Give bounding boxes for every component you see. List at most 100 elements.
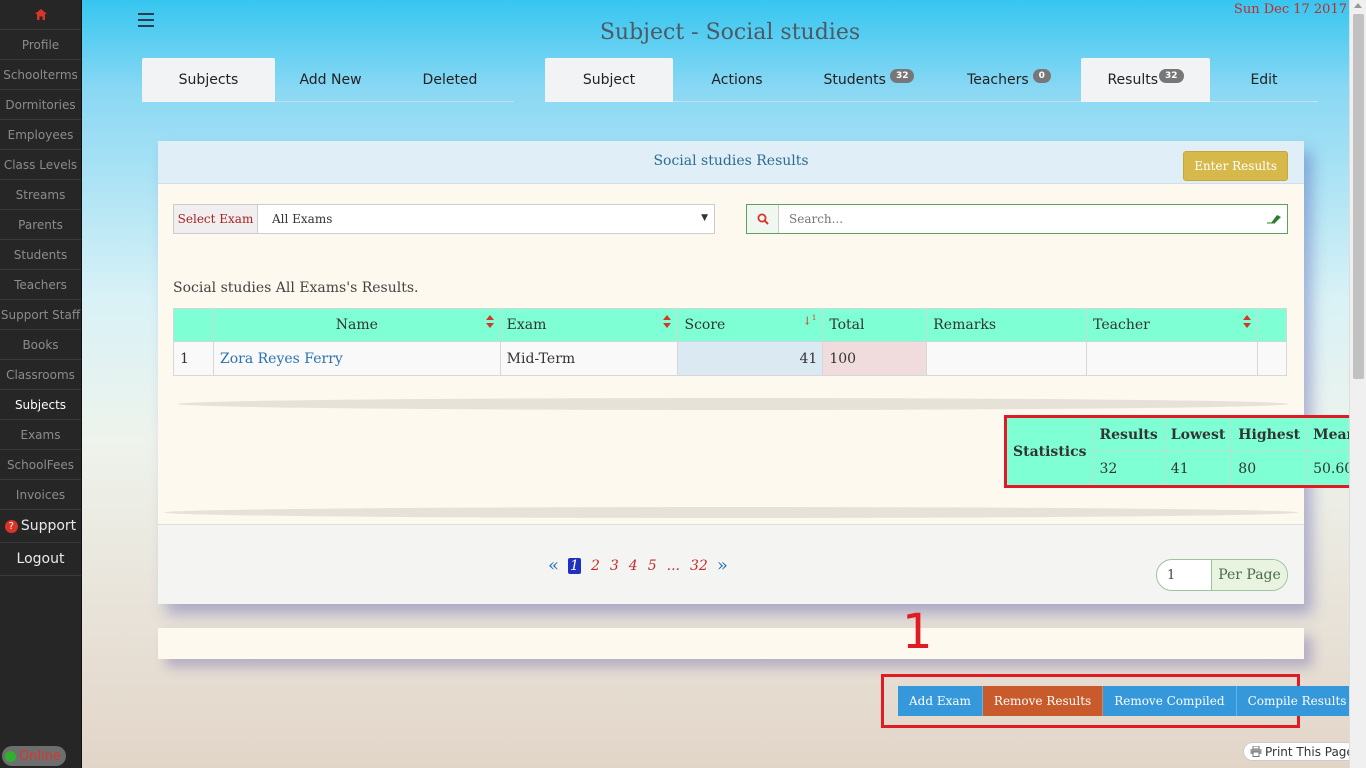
select-exam-label: Select Exam	[174, 205, 258, 233]
col-teacher[interactable]: Teacher	[1086, 308, 1258, 342]
help-icon: ?	[4, 519, 18, 533]
tab-deleted[interactable]: Deleted	[386, 58, 514, 102]
eraser-icon[interactable]	[1261, 214, 1287, 224]
sidebar-item-schoolfees[interactable]: SchoolFees	[0, 450, 81, 480]
tab-subject[interactable]: Subject	[545, 58, 673, 102]
dropdown-caret-icon: ▼	[701, 213, 708, 223]
logout-link[interactable]: Logout	[0, 543, 81, 576]
per-page-control: 1 Per Page	[1156, 559, 1288, 591]
stat-lowest-header: Lowest	[1163, 417, 1233, 452]
sidebar-item-exams[interactable]: Exams	[0, 420, 81, 450]
col-score-label: Score	[684, 317, 726, 333]
row-total: 100	[822, 341, 928, 376]
page-link[interactable]: 2	[591, 558, 600, 574]
sidebar-item-streams[interactable]: Streams	[0, 180, 81, 210]
sidebar-item-class-levels[interactable]: Class Levels	[0, 150, 81, 180]
page-scrollbar[interactable]	[1349, 0, 1366, 768]
add-exam-button[interactable]: Add Exam	[898, 686, 983, 716]
sidebar-item-classrooms[interactable]: Classrooms	[0, 360, 81, 390]
menu-toggle-icon[interactable]	[138, 13, 154, 27]
page-link[interactable]: 3	[610, 558, 619, 574]
scroll-up-icon[interactable]	[1354, 3, 1362, 8]
printer-icon	[1250, 746, 1262, 757]
search-icon	[747, 205, 779, 233]
print-label: Print This Page	[1265, 744, 1354, 759]
subjects-tabbar: Subjects Add New Deleted	[142, 58, 514, 102]
col-score[interactable]: Score ↓1	[677, 308, 824, 342]
stats-header-row: Statistics Results Lowest Highest Mean	[1006, 417, 1364, 486]
table-header-row: Name Exam Score ↓1 Total Remarks Teacher	[173, 308, 1288, 342]
exam-select-value[interactable]: All Exams ▼	[258, 205, 714, 233]
page-link-current[interactable]: 1	[568, 557, 581, 574]
results-caption: Social studies All Exams's Results.	[173, 280, 419, 296]
support-label: Support	[20, 518, 77, 534]
sidebar-item-books[interactable]: Books	[0, 330, 81, 360]
table-row: 1 Zora Reyes Ferry Mid-Term 41 100	[173, 341, 1288, 376]
tab-students-label: Students	[823, 72, 886, 88]
col-extra	[1256, 308, 1288, 342]
tab-subjects[interactable]: Subjects	[142, 58, 275, 102]
subject-tabbar: Subject Actions Students 32 Teachers 0 R…	[545, 58, 1318, 102]
online-label: Online	[19, 748, 61, 764]
remove-compiled-button[interactable]: Remove Compiled	[1103, 686, 1237, 716]
col-name-label: Name	[335, 317, 378, 333]
sidebar-support-link[interactable]: ? Support	[0, 510, 81, 543]
search-input[interactable]	[779, 212, 1261, 226]
enter-results-button[interactable]: Enter Results	[1183, 151, 1288, 181]
sort-icon	[1242, 315, 1251, 328]
sidebar-item-students[interactable]: Students	[0, 240, 81, 270]
row-index: 1	[173, 341, 214, 376]
compile-results-button[interactable]: Compile Results	[1236, 686, 1359, 716]
student-name-link[interactable]: Zora Reyes Ferry	[212, 341, 501, 376]
tab-teachers[interactable]: Teachers 0	[937, 58, 1081, 102]
page-link[interactable]: 4	[629, 558, 638, 574]
col-name[interactable]: Name	[212, 308, 501, 342]
row-score: 41	[677, 341, 824, 376]
sidebar-item-dormitories[interactable]: Dormitories	[0, 90, 81, 120]
prev-page-button[interactable]: «	[548, 555, 559, 576]
sidebar-item-support-staff[interactable]: Support Staff	[0, 300, 81, 330]
per-page-input[interactable]: 1	[1157, 560, 1211, 590]
tab-results[interactable]: Results 32	[1081, 58, 1210, 102]
sidebar-item-employees[interactable]: Employees	[0, 120, 81, 150]
tab-students[interactable]: Students 32	[801, 58, 937, 102]
tab-edit[interactable]: Edit	[1210, 58, 1318, 102]
sidebar-item-schoolterms[interactable]: Schoolterms	[0, 60, 81, 90]
sidebar-item-invoices[interactable]: Invoices	[0, 480, 81, 510]
sort-icon	[663, 315, 672, 328]
panel-footer: « 1 2 3 4 5 ... 32 » 1 Per Page	[158, 524, 1304, 604]
teachers-count-badge: 0	[1032, 69, 1051, 83]
next-page-button[interactable]: »	[717, 555, 728, 576]
print-page-button[interactable]: Print This Page	[1243, 742, 1361, 761]
secondary-panel	[158, 628, 1304, 659]
row-extra	[1256, 341, 1288, 376]
tab-add-new[interactable]: Add New	[275, 58, 386, 102]
remove-results-button[interactable]: Remove Results	[982, 686, 1104, 716]
sidebar-item-subjects[interactable]: Subjects	[0, 390, 81, 420]
tab-results-label: Results	[1107, 72, 1159, 88]
stat-results-header: Results	[1092, 417, 1165, 452]
page-link-last[interactable]: 32	[690, 558, 708, 574]
row-remarks	[926, 341, 1088, 376]
sidebar-item-parents[interactable]: Parents	[0, 210, 81, 240]
tab-actions[interactable]: Actions	[673, 58, 801, 102]
exam-select[interactable]: Select Exam All Exams ▼	[173, 204, 715, 234]
sidebar-item-teachers[interactable]: Teachers	[0, 270, 81, 300]
annotation-number: 1	[902, 604, 933, 660]
sidebar-item-profile[interactable]: Profile	[0, 30, 81, 60]
results-actions: Add Exam Remove Results Remove Compiled …	[898, 686, 1359, 716]
divider-shadow	[178, 398, 1288, 410]
stat-results-value: 32	[1092, 451, 1165, 486]
page-link[interactable]: 5	[648, 558, 657, 574]
sort-numeric-desc-icon: ↓1	[802, 314, 817, 328]
stat-lowest-value: 41	[1163, 451, 1233, 486]
stat-highest-value: 80	[1231, 451, 1308, 486]
page-title: Subject - Social studies	[599, 20, 861, 45]
home-icon	[34, 9, 47, 20]
col-exam[interactable]: Exam	[499, 308, 679, 342]
row-teacher	[1086, 341, 1258, 376]
scrollbar-thumb[interactable]	[1353, 14, 1364, 379]
pagination: « 1 2 3 4 5 ... 32 »	[544, 555, 732, 576]
divider-shadow	[164, 507, 1298, 518]
home-link[interactable]	[0, 0, 81, 30]
